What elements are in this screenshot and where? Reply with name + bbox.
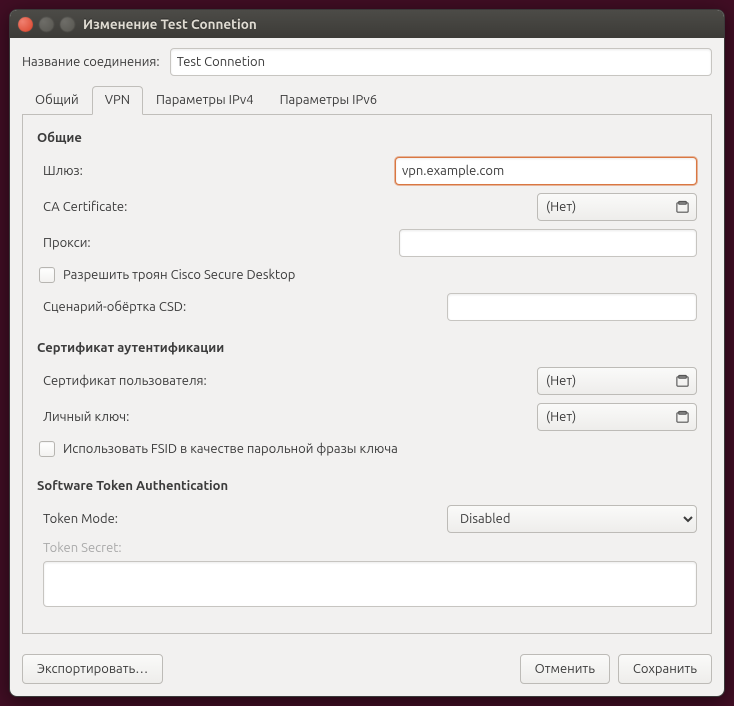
tab-vpn[interactable]: VPN — [92, 86, 143, 115]
private-key-label: Личный ключ: — [43, 410, 129, 424]
fsid-checkbox-label: Использовать FSID в качестве парольной ф… — [63, 442, 398, 456]
minimize-icon[interactable] — [39, 17, 54, 32]
proxy-label: Прокси: — [43, 236, 91, 250]
section-title-general: Общие — [37, 131, 697, 145]
ca-cert-label: CA Certificate: — [43, 200, 127, 214]
tab-bar: Общий VPN Параметры IPv4 Параметры IPv6 — [22, 86, 712, 115]
section-title-auth: Сертификат аутентификации — [37, 341, 697, 355]
close-icon[interactable] — [18, 17, 33, 32]
window-controls — [18, 17, 75, 32]
cancel-button[interactable]: Отменить — [520, 654, 610, 684]
gateway-input[interactable] — [395, 157, 697, 185]
dialog-window: Изменение Test Connetion Название соедин… — [9, 9, 725, 697]
ca-cert-value: (Нет) — [546, 200, 576, 214]
token-secret-label: Token Secret: — [43, 541, 122, 555]
user-cert-label: Сертификат пользователя: — [43, 374, 207, 388]
export-button[interactable]: Экспортировать… — [22, 654, 163, 684]
token-mode-label: Token Mode: — [43, 512, 118, 526]
private-key-chooser[interactable]: (Нет) — [537, 403, 697, 431]
maximize-icon[interactable] — [60, 17, 75, 32]
file-icon — [675, 374, 690, 389]
user-cert-chooser[interactable]: (Нет) — [537, 367, 697, 395]
tab-panel-vpn: Общие Шлюз: CA Certificate: (Нет) Прокси… — [22, 115, 712, 634]
csd-checkbox[interactable] — [39, 267, 55, 283]
dialog-content: Название соединения: Общий VPN Параметры… — [10, 38, 724, 644]
fsid-checkbox[interactable] — [39, 441, 55, 457]
titlebar: Изменение Test Connetion — [10, 10, 724, 38]
dialog-footer: Экспортировать… Отменить Сохранить — [10, 644, 724, 696]
connection-name-label: Название соединения: — [22, 55, 160, 69]
save-button[interactable]: Сохранить — [618, 654, 712, 684]
ca-cert-chooser[interactable]: (Нет) — [537, 193, 697, 221]
csd-checkbox-label: Разрешить троян Cisco Secure Desktop — [63, 268, 295, 282]
user-cert-value: (Нет) — [546, 374, 576, 388]
token-mode-select[interactable]: Disabled — [447, 505, 697, 533]
tab-ipv6[interactable]: Параметры IPv6 — [267, 86, 391, 115]
connection-name-input[interactable] — [170, 48, 712, 76]
csd-wrapper-input[interactable] — [447, 293, 697, 321]
file-icon — [675, 410, 690, 425]
tab-ipv4[interactable]: Параметры IPv4 — [143, 86, 267, 115]
private-key-value: (Нет) — [546, 410, 576, 424]
section-title-token: Software Token Authentication — [37, 479, 697, 493]
window-title: Изменение Test Connetion — [83, 16, 257, 32]
proxy-input[interactable] — [399, 229, 697, 257]
gateway-label: Шлюз: — [43, 164, 83, 178]
token-secret-input[interactable] — [43, 561, 697, 607]
file-icon — [675, 200, 690, 215]
tab-general[interactable]: Общий — [22, 86, 92, 115]
csd-wrapper-label: Сценарий-обёртка CSD: — [43, 300, 186, 314]
